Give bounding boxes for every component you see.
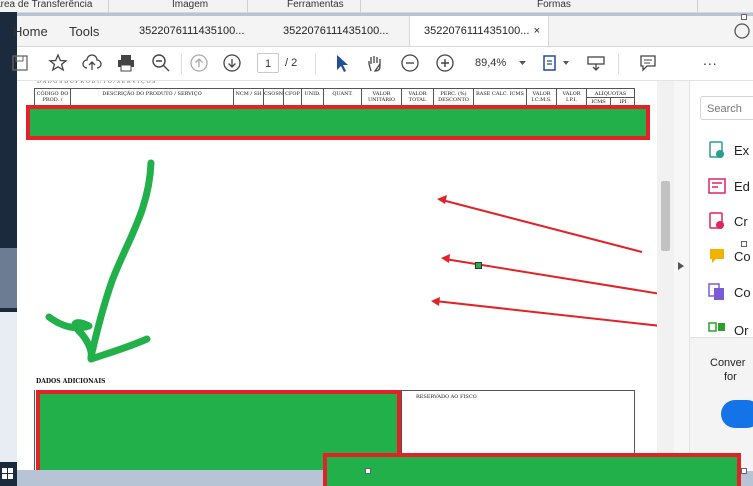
tab-label: 3522076111435100... [424,25,530,37]
tool-label: Co [734,249,751,264]
background-window-panel [0,312,17,462]
tool-label: Co [734,285,751,300]
toolbar-divider [315,54,316,74]
red-arrow-line [434,300,657,327]
previous-page-icon[interactable] [189,53,209,73]
pdf-page-area: D A D O S D O P R O D U T O / S E R V I … [17,81,657,470]
right-panel-toggle[interactable] [674,81,689,470]
red-arrow-head [441,254,450,263]
tab-document-active[interactable]: 3522076111435100... × [409,16,549,46]
ribbon-divider [697,0,698,12]
tool-create-pdf[interactable]: Cr [708,212,753,234]
nav-home[interactable]: Home [13,24,48,39]
zoom-in-icon[interactable] [435,53,455,73]
red-arrow-head [431,297,440,306]
tab-label: 3522076111435100... [139,25,245,37]
pdf-viewer-window: Home Tools 3522076111435100... 352207611… [12,16,753,471]
tab-bar: Home Tools 3522076111435100... 352207611… [13,16,753,47]
more-options-icon[interactable]: ... [703,52,718,68]
background-window-panel [0,248,17,308]
zoom-out-icon[interactable] [400,53,420,73]
zoom-level-value: 89,4% [475,57,507,69]
comment-icon [710,249,724,263]
red-arrow-head [437,195,447,204]
ribbon-divider [360,0,361,12]
ribbon-bar: Área de Transferência Imagem Ferramentas… [0,0,753,13]
section-heading-additional: DADOS ADICIONAIS [36,378,106,385]
toolbar-divider [181,54,182,74]
tool-edit-pdf[interactable]: Ed [708,177,753,199]
export-pdf-icon [709,141,724,158]
promo-panel: Conver for [690,337,753,471]
vertical-scrollbar[interactable] [657,81,674,470]
promo-button[interactable] [721,400,753,428]
tools-pane: Search Ex Ed Cr Co Co Or Conver for [689,81,753,471]
comment-icon[interactable] [638,53,658,73]
promo-line: for [724,371,737,383]
zoom-level-select[interactable]: 89,4% [469,54,531,72]
create-pdf-icon [709,212,724,229]
tab-document[interactable]: 3522076111435100... [269,16,409,46]
print-icon[interactable] [116,53,136,73]
ribbon-item-tools[interactable]: Ferramentas [287,0,344,10]
organize-pages-icon [708,322,725,332]
select-cursor-icon[interactable] [332,53,352,73]
page-number-input[interactable]: 1 [257,53,279,73]
tool-comment[interactable]: Co [708,247,753,269]
selection-handle[interactable] [741,468,747,474]
promo-line: Conver [710,357,746,369]
next-page-icon[interactable] [222,53,242,73]
chevron-right-icon [678,262,684,270]
tool-combine-files[interactable]: Co [708,283,753,305]
chevron-down-icon [519,61,526,65]
page-fit-icon[interactable] [540,53,560,73]
tool-label: Or [734,323,749,335]
close-tab-icon[interactable]: × [534,16,540,47]
windows-start-icon[interactable] [2,468,14,480]
tool-label: Ed [734,179,750,194]
chevron-down-icon[interactable] [563,61,569,65]
redaction-box-overlay [323,453,741,486]
toolbar-divider [618,54,619,74]
page-total-label: / 2 [285,57,298,69]
hand-tool-icon[interactable] [365,53,385,73]
promo-text: Conver for [710,356,745,384]
tool-label: Ex [734,143,750,158]
help-icon[interactable] [734,23,750,39]
selection-handle-green[interactable] [475,262,482,269]
reserved-label: RESERVADO AO FISCO [416,394,477,400]
nav-tools[interactable]: Tools [69,24,99,39]
background-window-strip [0,12,17,486]
ribbon-item-shapes[interactable]: Formas [537,0,571,10]
zoom-out-search-icon[interactable] [151,53,171,73]
scrollbar-thumb[interactable] [661,181,670,251]
ribbon-item-clipboard[interactable]: Área de Transferência [0,0,92,10]
selection-handle[interactable] [365,468,371,474]
selection-handle[interactable] [741,14,747,20]
tab-document[interactable]: 3522076111435100... [125,16,267,46]
edit-pdf-icon [708,178,726,194]
save-icon[interactable] [11,53,31,73]
ribbon-divider [108,0,109,12]
bookmark-star-icon[interactable] [48,53,68,73]
read-mode-icon[interactable] [586,53,606,73]
tool-export-pdf[interactable]: Ex [708,141,753,163]
tab-label: 3522076111435100... [283,25,389,37]
toolbar: 1 / 2 89,4% ... [12,47,753,81]
tool-label: Cr [734,214,748,229]
combine-files-icon [708,283,724,300]
ribbon-item-image[interactable]: Imagem [172,0,208,10]
ribbon-divider [247,0,248,12]
upload-cloud-icon[interactable] [82,53,102,73]
red-arrow-line [441,199,643,253]
tools-search-input[interactable]: Search [700,96,753,120]
tool-organize-pages[interactable]: Or [708,321,753,335]
selection-handle[interactable] [741,241,747,247]
green-drawn-arrow-shaft [87,159,155,361]
